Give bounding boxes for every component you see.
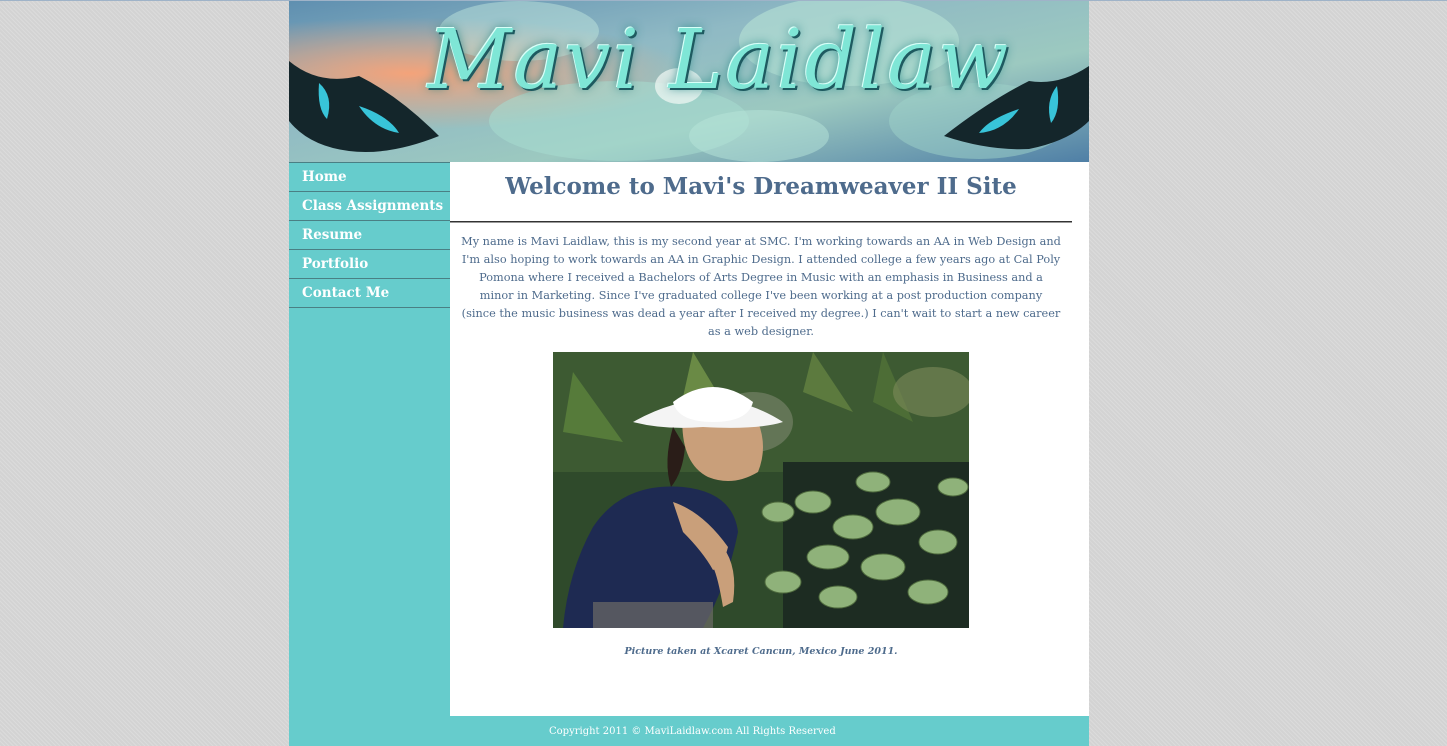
site-banner: Mavi Laidlaw bbox=[289, 1, 1089, 162]
footer: Copyright 2011 © MaviLaidlaw.com All Rig… bbox=[450, 716, 1089, 746]
site-logo: Mavi Laidlaw bbox=[427, 13, 1011, 108]
photo-caption: Picture taken at Xcaret Cancun, Mexico J… bbox=[624, 646, 898, 657]
profile-photo bbox=[553, 352, 969, 628]
nav-item-class-assignments[interactable]: Class Assignments bbox=[289, 192, 450, 221]
copyright-text: Copyright 2011 © MaviLaidlaw.com All Rig… bbox=[549, 726, 836, 737]
nav-item-home[interactable]: Home bbox=[289, 163, 450, 192]
intro-paragraph: My name is Mavi Laidlaw, this is my seco… bbox=[461, 235, 1061, 338]
nav-item-resume[interactable]: Resume bbox=[289, 221, 450, 250]
photo-illustration bbox=[553, 352, 969, 628]
sidebar-nav: Home Class Assignments Resume Portfolio … bbox=[289, 162, 450, 308]
nav-item-contact-me[interactable]: Contact Me bbox=[289, 279, 450, 308]
page-title: Welcome to Mavi's Dreamweaver II Site bbox=[505, 173, 1017, 200]
page-container: Mavi Laidlaw Home Class Assignments Resu… bbox=[289, 1, 1089, 746]
heading-divider bbox=[450, 221, 1072, 223]
nav-item-portfolio[interactable]: Portfolio bbox=[289, 250, 450, 279]
main-content: Welcome to Mavi's Dreamweaver II Site My… bbox=[450, 162, 1089, 716]
